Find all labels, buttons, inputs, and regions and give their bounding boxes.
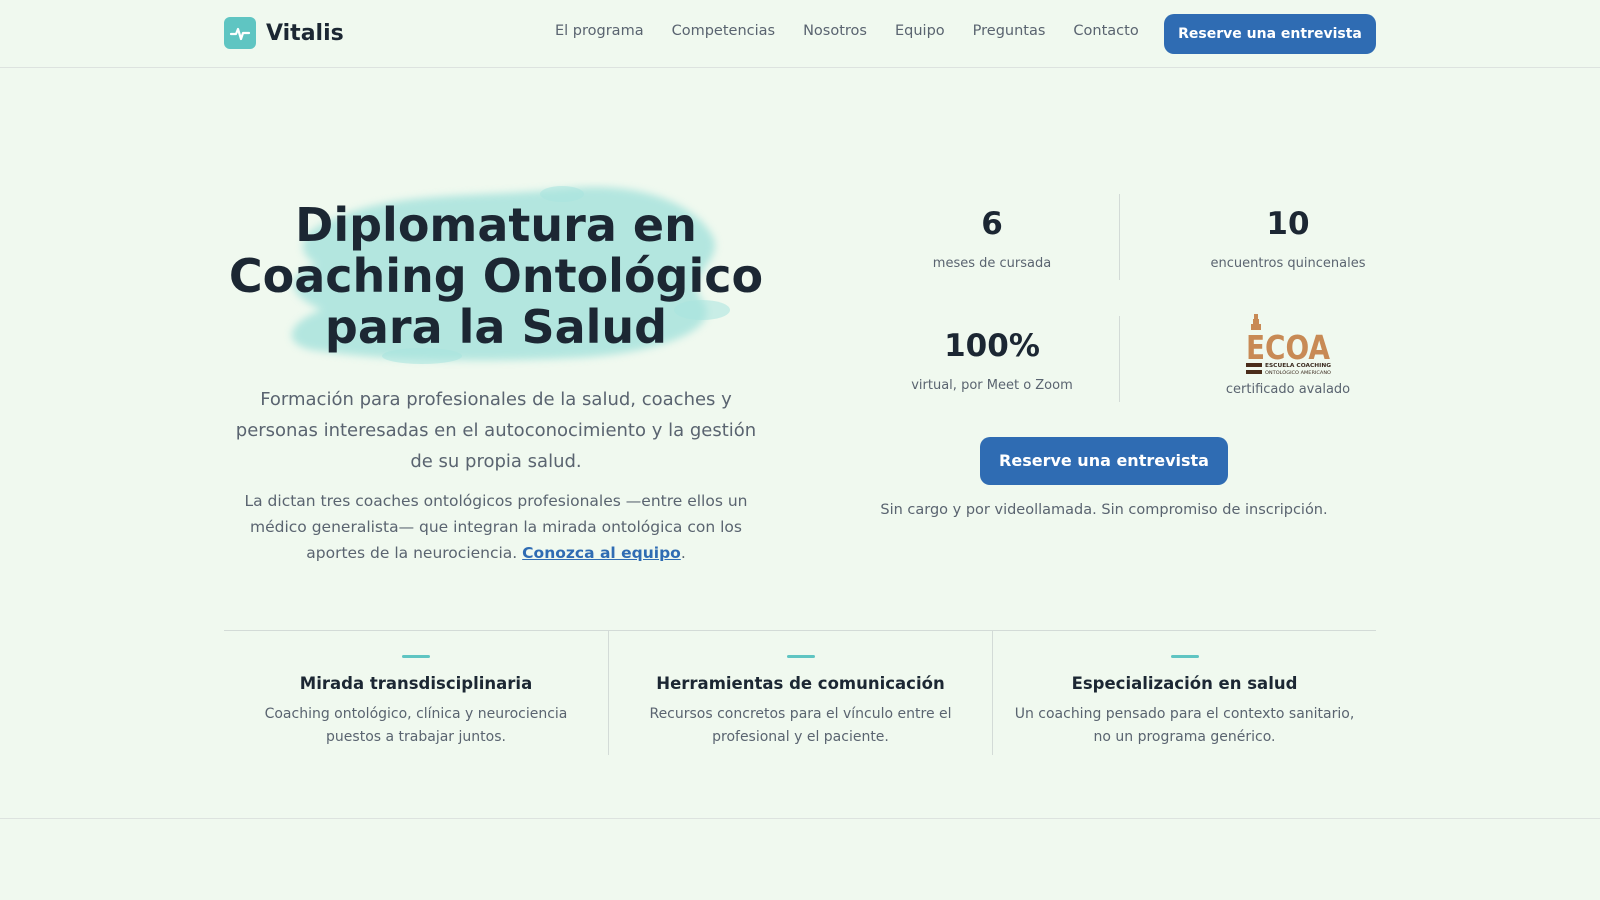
feature-accent-bar [402,655,430,658]
feature-text: Recursos concretos para el vínculo entre… [649,706,952,745]
stat-label: encuentros quincenales [1210,256,1366,271]
hero-subtitle: Formación para profesionales de la salud… [235,389,757,472]
stat-value: 100% [944,328,1040,364]
interview-note: Sin cargo y por videollamada. Sin compro… [880,502,1328,518]
page-title: Diplomatura en Coaching Ontológico para … [228,198,764,354]
site-header: Vitalis El programa Competencias Nosotro… [0,0,1600,68]
ecoa-logo-text: ECOA [1246,328,1330,367]
nav-link-equipo[interactable]: Equipo [895,23,945,39]
stats-divider [1119,194,1120,280]
feature-text: Coaching ontológico, clínica y neurocien… [264,706,568,745]
feature-card: Herramientas de comunicación Recursos co… [608,631,992,755]
feature-text: Un coaching pensado para el contexto san… [1014,706,1355,745]
hero-description: La dictan tres coaches ontológicos profe… [224,488,768,566]
feature-accent-bar [786,655,815,658]
brand-name: Vitalis [266,20,344,46]
stats-divider [1119,316,1120,402]
ecoa-logo-subtitle-1: ESCUELA COACHING [1265,363,1331,369]
feature-title: Especialización en salud [1071,674,1298,693]
book-interview-button[interactable]: Reserve una entrevista [980,437,1228,485]
nav-link-preguntas[interactable]: Preguntas [973,23,1046,39]
feature-card: Especialización en salud Un coaching pen… [992,631,1376,755]
feature-title: Mirada transdisciplinaria [299,674,533,693]
ecoa-logo-subtitle-2: ONTOLÓGICO AMERICANO [1265,369,1332,376]
stat-certificate: ECOA ESCUELA COACHING ONTOLÓGICO AMERICA… [1120,314,1456,400]
nav-link-contacto[interactable]: Contacto [1073,23,1138,39]
stat-virtual: 100% virtual, por Meet o Zoom [864,314,1120,400]
nav-link-competencias[interactable]: Competencias [672,23,775,39]
stat-label: certificado avalado [1225,382,1351,397]
feature-card: Mirada transdisciplinaria Coaching ontol… [224,631,608,755]
nav-link-el-programa[interactable]: El programa [555,23,644,39]
header-book-interview-button[interactable]: Reserve una entrevista [1164,14,1376,54]
stat-meetings: 10 encuentros quincenales [1120,192,1456,278]
stat-duration: 6 meses de cursada [864,192,1120,278]
feature-title: Herramientas de comunicación [656,674,945,693]
team-link[interactable]: Conozca al equipo [522,544,681,562]
features-row: Mirada transdisciplinaria Coaching ontol… [224,630,1376,755]
section-divider [0,818,1600,819]
main-nav: El programa Competencias Nosotros Equipo… [555,23,1139,39]
pulse-icon [224,17,256,49]
ecoa-logo: ECOA ESCUELA COACHING ONTOLÓGICO AMERICA… [1246,314,1332,376]
stat-label: meses de cursada [932,256,1052,271]
feature-accent-bar [1170,655,1199,658]
nav-link-nosotros[interactable]: Nosotros [803,23,867,39]
stat-value: 6 [981,206,1003,242]
stat-label: virtual, por Meet o Zoom [911,378,1073,393]
stat-value: 10 [1266,206,1310,242]
brand[interactable]: Vitalis [224,17,344,49]
hero-description-suffix: . [680,544,686,562]
